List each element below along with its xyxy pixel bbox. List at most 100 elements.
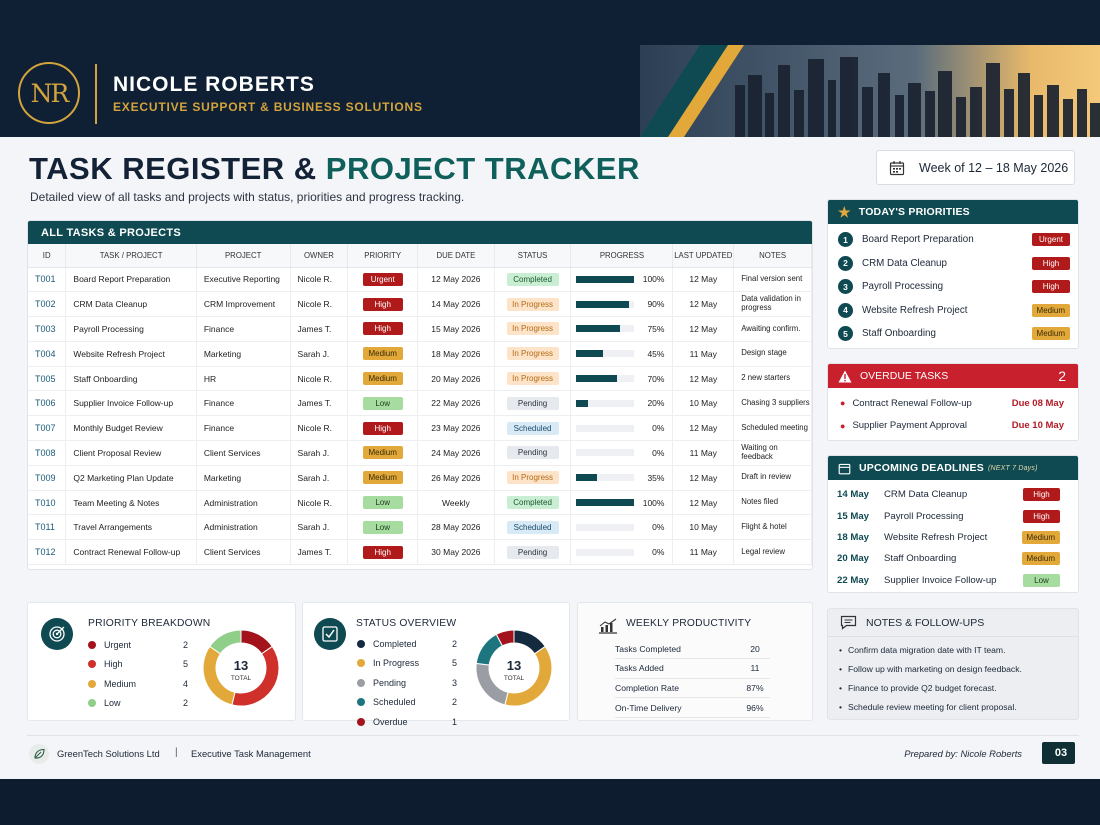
deadline-date: 20 May	[837, 553, 869, 565]
status-badge: Pending	[506, 396, 559, 410]
note-item: • Finance to provide Q2 budget forecast.	[828, 679, 1078, 698]
table-row[interactable]: T003 Payroll Processing Finance James T. Hig…	[28, 316, 812, 342]
donut-slice-pending	[475, 662, 509, 706]
progress-indicator: 0%	[571, 448, 672, 458]
progress-indicator: 0%	[571, 547, 672, 557]
priority-badge: Medium	[362, 372, 403, 386]
task-name: Payroll Processing	[65, 316, 197, 342]
deadline-task: Website Refresh Project	[884, 531, 988, 543]
last-updated: 11 May	[672, 539, 735, 566]
status-cell: In Progress	[494, 291, 572, 318]
city-skyline-image	[640, 45, 1100, 137]
notes-heading: NOTES & FOLLOW-UPS	[866, 616, 985, 629]
task-notes: Final version sent	[733, 267, 812, 293]
status-cell: Scheduled	[494, 415, 572, 442]
table-row[interactable]: T004 Website Refresh Project Marketing Sara…	[28, 341, 812, 367]
table-row[interactable]: T010 Team Meeting & Notes Administration Ni…	[28, 490, 812, 516]
priority-cell: Medium	[347, 341, 419, 367]
priority-cell: Low	[347, 514, 419, 541]
priority-cell: Low	[347, 390, 419, 417]
task-due-date: 14 May 2026	[417, 291, 495, 318]
status-overview-card: STATUS OVERVIEW Completed 2 In Progress 5 Pe…	[302, 602, 570, 727]
table-row[interactable]: T001 Board Report Preparation Executive Re…	[28, 267, 812, 293]
task-notes: 2 new starters	[733, 366, 812, 392]
progress-percent: 0%	[652, 423, 665, 434]
note-item: • Confirm data migration date with IT tea…	[828, 641, 1078, 660]
progress-percent: 45%	[647, 348, 665, 359]
task-owner: Nicole R.	[290, 490, 349, 516]
monogram-logo: NR	[18, 62, 80, 124]
overdue-item[interactable]: ● Contract Renewal Follow-up Due 08 May	[828, 392, 1078, 415]
task-due-date: 30 May 2026	[417, 539, 495, 566]
deadline-item[interactable]: 20 May Staff Onboarding Medium	[828, 548, 1078, 569]
overdue-tasks-card: OVERDUE TASKS 2 ● Contract Renewal Follow…	[827, 363, 1079, 441]
legend-swatch	[357, 678, 365, 687]
legend-item: High 5	[88, 655, 188, 675]
tasks-table-heading: ALL TASKS & PROJECTS	[28, 221, 812, 244]
status-cell: In Progress	[494, 316, 572, 342]
progress-bar	[576, 424, 635, 432]
progress-fill	[576, 275, 635, 283]
deadline-item[interactable]: 14 May CRM Data Cleanup High	[828, 484, 1078, 505]
progress-fill	[576, 499, 635, 507]
deadline-item[interactable]: 18 May Website Refresh Project Medium	[828, 527, 1078, 548]
status-badge: In Progress	[506, 297, 559, 311]
bullet-icon: •	[839, 683, 843, 693]
deadline-item[interactable]: 22 May Supplier Invoice Follow-up Low	[828, 570, 1078, 591]
legend-item: Medium 4	[88, 674, 188, 694]
legend-value: 2	[451, 697, 457, 708]
deadline-item[interactable]: 15 May Payroll Processing High	[828, 505, 1078, 526]
table-row[interactable]: T002 CRM Data Cleanup CRM Improvement Nicol…	[28, 291, 812, 318]
priority-item[interactable]: 3 Payroll Processing High	[828, 275, 1078, 299]
chat-icon	[840, 615, 857, 630]
bullet-icon: •	[839, 645, 843, 655]
task-due-date: 18 May 2026	[417, 341, 495, 367]
progress-bar	[576, 449, 635, 457]
priority-cell: High	[347, 415, 419, 442]
table-row[interactable]: T008 Client Proposal Review Client Service…	[28, 440, 812, 466]
progress-percent: 100%	[642, 274, 665, 285]
productivity-value: 20	[750, 643, 760, 654]
task-due-date: 24 May 2026	[417, 440, 495, 466]
table-row[interactable]: T007 Monthly Budget Review Finance Nicole R…	[28, 415, 812, 442]
priority-donut-chart: 13 TOTAL	[202, 629, 280, 707]
legend-value: 2	[451, 638, 457, 649]
overdue-due: Due 08 May	[1011, 397, 1064, 409]
table-row[interactable]: T011 Travel Arrangements Administration Sar…	[28, 514, 812, 541]
priority-item[interactable]: 2 CRM Data Cleanup High	[828, 252, 1078, 276]
status-cell: Scheduled	[494, 514, 572, 541]
week-selector[interactable]: Week of 12 – 18 May 2026	[876, 150, 1075, 185]
priority-task: Website Refresh Project	[862, 304, 968, 316]
table-body: T001 Board Report Preparation Executive Re…	[28, 267, 812, 566]
task-id: T010	[28, 490, 67, 516]
page-frame: NR NICOLE ROBERTS EXECUTIVE SUPPORT & BU…	[0, 0, 1100, 825]
priority-item[interactable]: 1 Board Report Preparation Urgent	[828, 228, 1078, 252]
deadline-task: Staff Onboarding	[884, 553, 957, 565]
progress-cell: 0%	[570, 514, 674, 541]
priority-badge: High	[1023, 509, 1060, 523]
progress-cell: 75%	[570, 316, 674, 342]
column-header: LAST UPDATED	[672, 244, 735, 268]
priority-rank: 1	[838, 232, 853, 248]
task-project: Finance	[196, 390, 291, 417]
productivity-label: Tasks Added	[615, 663, 664, 674]
notes-card: NOTES & FOLLOW-UPS • Confirm data migrati…	[827, 608, 1079, 720]
progress-fill	[576, 399, 589, 407]
table-row[interactable]: T005 Staff Onboarding HR Nicole R. Medium 20 …	[28, 366, 812, 392]
priority-item[interactable]: 5 Staff Onboarding Medium	[828, 322, 1078, 346]
warning-icon	[838, 370, 852, 382]
table-row[interactable]: T009 Q2 Marketing Plan Update Marketing Sar…	[28, 465, 812, 491]
table-row[interactable]: T012 Contract Renewal Follow-up Client Ser…	[28, 539, 812, 566]
status-overview-heading: STATUS OVERVIEW	[356, 618, 457, 629]
deadline-task: Payroll Processing	[884, 510, 964, 522]
progress-bar	[576, 375, 635, 383]
task-notes: Legal review	[733, 539, 812, 566]
progress-bar	[576, 474, 635, 482]
column-header: PRIORITY	[347, 244, 419, 268]
table-row[interactable]: T006 Supplier Invoice Follow-up Finance Jam…	[28, 390, 812, 417]
overdue-item[interactable]: ● Supplier Payment Approval Due 10 May	[828, 415, 1078, 438]
status-legend: Completed 2 In Progress 5 Pending 3 Scheduled 2…	[357, 634, 457, 732]
legend-value: 5	[451, 658, 457, 669]
priority-item[interactable]: 4 Website Refresh Project Medium	[828, 299, 1078, 323]
progress-indicator: 0%	[571, 423, 672, 433]
